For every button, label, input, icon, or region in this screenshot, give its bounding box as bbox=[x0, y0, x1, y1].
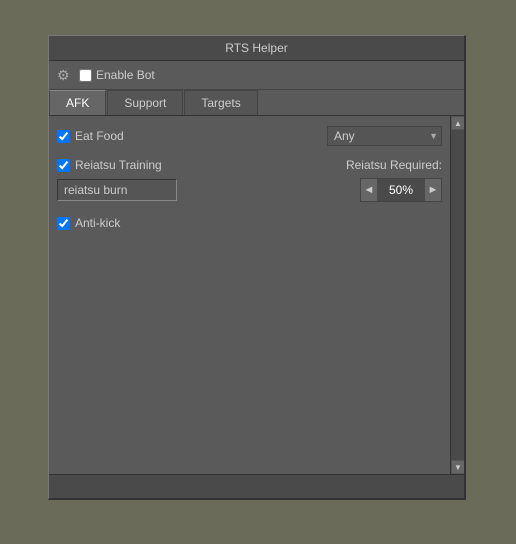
anti-kick-section: Anti-kick bbox=[57, 216, 442, 230]
eat-food-dropdown[interactable]: Any Food 1 Food 2 bbox=[327, 126, 442, 146]
eat-food-label[interactable]: Eat Food bbox=[57, 129, 124, 143]
eat-food-checkbox[interactable] bbox=[57, 130, 70, 143]
anti-kick-label[interactable]: Anti-kick bbox=[57, 216, 120, 230]
scroll-up-button[interactable]: ▲ bbox=[451, 116, 464, 130]
main-window: RTS Helper ⚙ Enable Bot AFK Support Targ… bbox=[48, 35, 466, 500]
arrow-left-icon: ◄ bbox=[364, 184, 375, 196]
arrow-right-icon: ► bbox=[428, 184, 439, 196]
toolbar: ⚙ Enable Bot bbox=[49, 61, 464, 90]
gear-icon[interactable]: ⚙ bbox=[57, 67, 73, 83]
enable-bot-text: Enable Bot bbox=[96, 68, 155, 82]
reiatsu-spinner: ◄ 50% ► bbox=[360, 178, 442, 202]
spinner-decrease-button[interactable]: ◄ bbox=[361, 179, 377, 201]
enable-bot-label[interactable]: Enable Bot bbox=[79, 68, 155, 82]
tab-afk[interactable]: AFK bbox=[49, 90, 106, 115]
tab-support[interactable]: Support bbox=[107, 90, 183, 115]
reiatsu-training-text: Reiatsu Training bbox=[75, 158, 162, 172]
reiatsu-bottom-row: ◄ 50% ► bbox=[57, 178, 442, 202]
enable-bot-checkbox[interactable] bbox=[79, 69, 92, 82]
reiatsu-training-checkbox[interactable] bbox=[57, 159, 70, 172]
spinner-value: 50% bbox=[377, 181, 425, 199]
reiatsu-burn-input[interactable] bbox=[57, 179, 177, 201]
scroll-up-icon: ▲ bbox=[454, 119, 462, 128]
tab-targets[interactable]: Targets bbox=[184, 90, 257, 115]
spinner-increase-button[interactable]: ► bbox=[425, 179, 441, 201]
reiatsu-training-label[interactable]: Reiatsu Training bbox=[57, 158, 162, 172]
eat-food-dropdown-wrapper: Any Food 1 Food 2 ▼ bbox=[327, 126, 442, 146]
scroll-down-icon: ▼ bbox=[454, 463, 462, 472]
reiatsu-section: Reiatsu Training Reiatsu Required: ◄ 50%… bbox=[57, 158, 442, 202]
scroll-down-button[interactable]: ▼ bbox=[451, 460, 464, 474]
content-area: Eat Food Any Food 1 Food 2 ▼ Reiatsu T bbox=[49, 116, 450, 474]
title-bar: RTS Helper bbox=[49, 36, 464, 61]
eat-food-text: Eat Food bbox=[75, 129, 124, 143]
status-bar bbox=[49, 474, 464, 498]
anti-kick-checkbox[interactable] bbox=[57, 217, 70, 230]
anti-kick-text: Anti-kick bbox=[75, 216, 120, 230]
scrollbar[interactable]: ▲ ▼ bbox=[450, 116, 464, 474]
window-title: RTS Helper bbox=[225, 41, 287, 55]
tab-bar: AFK Support Targets bbox=[49, 90, 464, 116]
reiatsu-top-row: Reiatsu Training Reiatsu Required: bbox=[57, 158, 442, 172]
reiatsu-required-label: Reiatsu Required: bbox=[346, 158, 442, 172]
eat-food-section: Eat Food Any Food 1 Food 2 ▼ bbox=[57, 126, 442, 146]
